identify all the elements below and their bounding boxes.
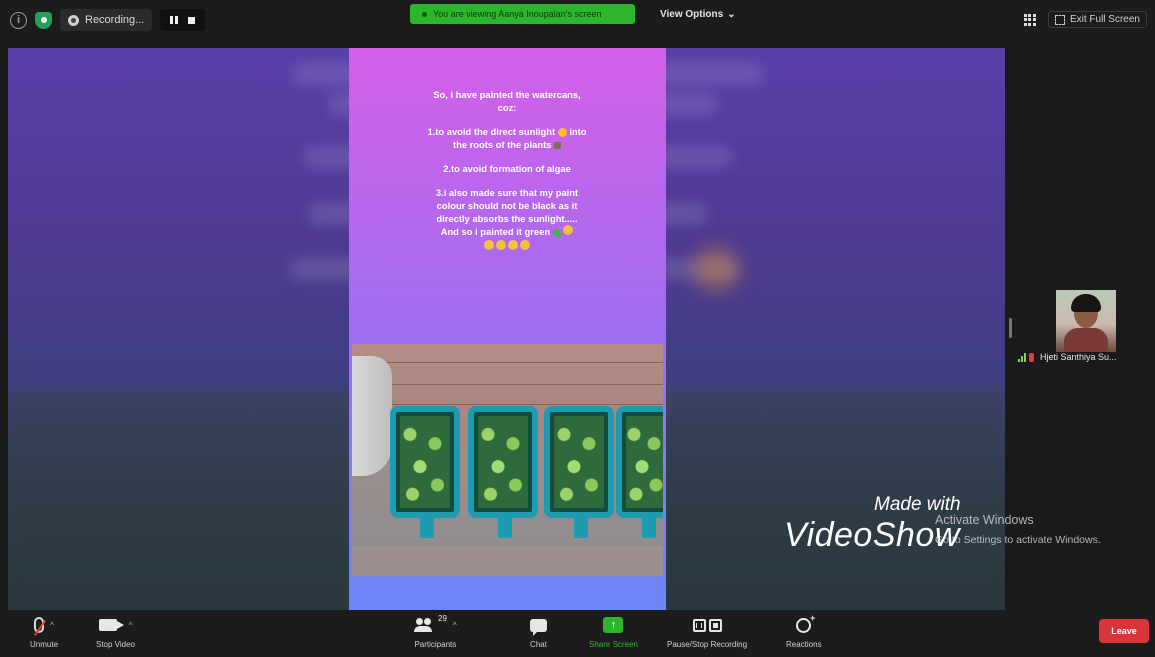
stop-video-label: Stop Video (96, 640, 135, 649)
top-right-controls: Exit Full Screen (1023, 11, 1147, 28)
top-bar: i Recording... You are viewing Aanya Ino… (0, 0, 1155, 42)
viewing-banner-text: You are viewing Aanya Inoupalan's screen (433, 9, 602, 19)
participant-name-tag: Hjeti Santhiya Su... (1018, 352, 1120, 362)
share-screen-icon: ↑ (603, 617, 624, 633)
pause-stop-recording-button[interactable]: Pause/Stop Recording (667, 614, 747, 649)
white-bag (352, 356, 392, 476)
reactions-icon (796, 613, 815, 633)
exit-fullscreen-button[interactable]: Exit Full Screen (1047, 11, 1147, 28)
leave-meeting-button[interactable]: Leave (1099, 619, 1149, 643)
story-point-1: 1.to avoid the direct sunlight into the … (427, 125, 587, 151)
ground (352, 546, 663, 576)
story-point-1-text: 1.to avoid the direct sunlight (427, 126, 556, 137)
painted-watercan-planter (544, 406, 614, 518)
participant-name: Hjeti Santhiya Su... (1037, 352, 1120, 362)
chat-label: Chat (530, 640, 547, 649)
leaf-emoji-icon (552, 228, 561, 237)
watercan-spout (574, 516, 588, 538)
exit-fullscreen-icon (1054, 14, 1065, 25)
story-point-3: 3.i also made sure that my paint colour … (427, 186, 587, 238)
banner-dot-icon (422, 11, 427, 17)
view-options-button[interactable]: View Options ⌄ (652, 5, 744, 23)
participants-count: 29 (438, 614, 447, 623)
grin-emoji-icon (484, 240, 494, 250)
muted-microphone-icon (34, 617, 45, 633)
sun-emoji-icon (557, 128, 567, 138)
share-screen-button[interactable]: ↑ Share Screen (589, 614, 638, 649)
watercan-spout (420, 516, 434, 538)
signal-strength-icon (1018, 352, 1026, 362)
chevron-up-icon[interactable]: ^ (50, 621, 54, 630)
smile-emoji-icon (563, 225, 574, 235)
story-frame: So, i have painted the watercans, coz: 1… (349, 48, 666, 610)
story-intro: So, i have painted the watercans, coz: (433, 89, 581, 113)
video-camera-icon (98, 619, 124, 631)
reactions-label: Reactions (786, 640, 822, 649)
stop-video-button[interactable]: ^ Stop Video (96, 614, 135, 649)
exit-fullscreen-label: Exit Full Screen (1069, 14, 1140, 25)
painted-watercan-planter (468, 406, 538, 518)
gallery-view-icon[interactable] (1023, 13, 1036, 26)
pause-stop-recording-icon (692, 618, 722, 632)
recording-indicator[interactable]: Recording... (60, 9, 153, 31)
grin-emoji-icon (520, 240, 530, 250)
plant-emoji-icon (554, 142, 562, 150)
grin-emoji-icon (508, 240, 518, 250)
reactions-button[interactable]: Reactions (786, 613, 822, 650)
blurred-background (693, 248, 739, 290)
watercan-spout (642, 516, 656, 538)
viewing-screen-banner: You are viewing Aanya Inoupalan's screen (410, 4, 635, 24)
painted-watercan-planter (616, 406, 663, 518)
share-screen-label: Share Screen (589, 640, 638, 649)
chat-button[interactable]: Chat (530, 614, 547, 649)
unmute-label: Unmute (30, 640, 59, 649)
gallery-resize-handle[interactable] (1009, 318, 1012, 338)
meeting-status-group: i Recording... (10, 9, 206, 31)
participants-icon (414, 618, 432, 632)
story-caption: So, i have painted the watercans, coz: 1… (427, 88, 587, 250)
recording-label: Recording... (85, 14, 145, 26)
watermark-made-with: Made with (874, 494, 961, 515)
planters-photo (352, 344, 663, 576)
meeting-toolbar: ^ Unmute ^ Stop Video 29 ^ Participants … (0, 610, 1155, 657)
participants-button[interactable]: 29 ^ Participants (414, 614, 457, 649)
view-options-label: View Options (660, 8, 724, 20)
zoom-meeting-window: i Recording... You are viewing Aanya Ino… (0, 0, 1155, 657)
grin-emoji-icon (496, 240, 506, 250)
watercan-spout (498, 516, 512, 538)
participants-label: Participants (414, 640, 457, 649)
pause-stop-recording-label: Pause/Stop Recording (667, 640, 748, 649)
participant-video-thumbnail[interactable] (1056, 290, 1116, 352)
story-point-2: 2.to avoid formation of algae (443, 163, 571, 174)
chevron-up-icon[interactable]: ^ (453, 621, 457, 630)
pause-recording-icon[interactable] (170, 16, 179, 24)
recording-icon (68, 14, 79, 26)
chevron-up-icon[interactable]: ^ (129, 621, 133, 630)
info-icon[interactable]: i (10, 11, 27, 29)
stop-recording-icon[interactable] (188, 16, 196, 24)
chat-bubble-icon (530, 618, 547, 636)
muted-mic-icon (1029, 352, 1034, 362)
encryption-shield-icon[interactable] (35, 11, 52, 29)
unmute-button[interactable]: ^ Unmute (30, 614, 58, 649)
emoji-row (427, 240, 587, 250)
recording-controls (160, 9, 206, 31)
watermark-brand: VideoShow (784, 516, 960, 554)
painted-watercan-planter (390, 406, 460, 518)
chevron-down-icon: ⌄ (727, 8, 736, 20)
